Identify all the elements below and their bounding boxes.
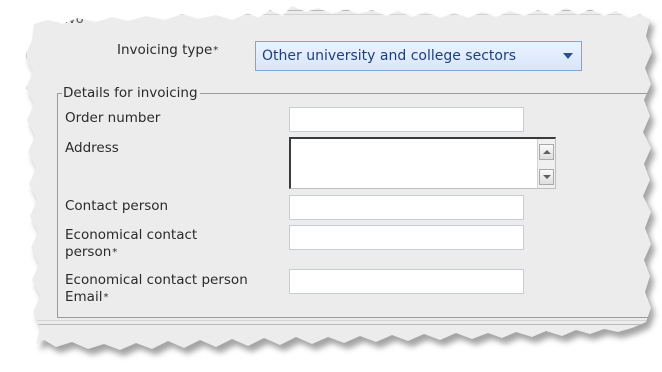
order-number-label: Order number (65, 110, 161, 126)
address-textarea[interactable] (289, 137, 556, 189)
arrow-down-icon (543, 175, 551, 179)
economical-contact-email-label-line2: Email* (65, 289, 248, 306)
required-mark: * (112, 247, 118, 258)
economical-contact-email-label: Economical contact person Email* (65, 272, 248, 306)
invoicing-type-selected-value: Other university and college sectors (262, 48, 517, 64)
invoicing-type-label-text: Invoicing type (117, 42, 213, 58)
required-mark: * (103, 292, 109, 303)
address-label: Address (65, 140, 119, 156)
economical-contact-email-input[interactable] (289, 269, 524, 294)
order-number-input[interactable] (289, 107, 524, 132)
economical-contact-email-label-line2-text: Email (65, 289, 103, 305)
invoicing-type-select[interactable]: Other university and college sectors (255, 41, 582, 71)
panel-background: Invo Invoicing type* Other university an… (0, 0, 662, 372)
screenshot-stage: Invo Invoicing type* Other university an… (0, 0, 662, 372)
address-scrollbar[interactable] (537, 139, 555, 188)
scroll-up-button[interactable] (539, 144, 554, 160)
economical-contact-person-input[interactable] (289, 225, 524, 250)
contact-person-input[interactable] (289, 195, 524, 220)
chevron-down-icon[interactable] (563, 53, 573, 59)
details-legend: Details for invoicing (63, 85, 198, 101)
invoicing-type-label: Invoicing type* (117, 42, 218, 59)
scroll-down-button[interactable] (539, 169, 554, 185)
contact-person-label: Contact person (65, 198, 169, 214)
form-panel: Invo Invoicing type* Other university an… (0, 0, 662, 372)
economical-contact-person-label-line2: person* (65, 244, 197, 261)
required-mark: * (213, 45, 219, 56)
economical-contact-person-label-line2-text: person (65, 244, 112, 260)
economical-contact-person-label-line1: Economical contact (65, 227, 198, 243)
economical-contact-person-label: Economical contact person* (65, 227, 197, 261)
arrow-up-icon (543, 150, 551, 154)
economical-contact-email-label-line1: Economical contact person (65, 272, 248, 288)
